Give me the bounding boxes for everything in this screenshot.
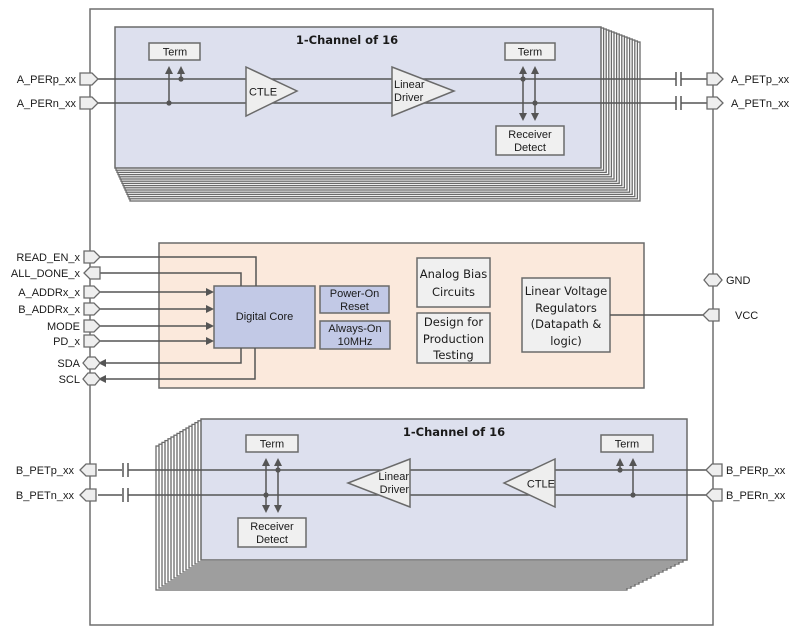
pin-label-b-petp: B_PETp_xx <box>16 465 75 477</box>
analog-bias-block <box>416 257 491 308</box>
junction-dot <box>532 100 538 106</box>
dft-label-1: Design for <box>424 315 483 329</box>
pin-b-petp <box>79 463 97 477</box>
pin-label-a-petp: A_PETp_xx <box>731 74 790 86</box>
bottom-linear-driver-label-2: Driver <box>380 484 410 496</box>
pin-a-petn <box>706 96 724 110</box>
power-on-reset-label-2: Reset <box>340 301 369 313</box>
always-on-label-2: 10MHz <box>338 336 373 348</box>
pin-label: PD_x <box>53 336 80 348</box>
pin-label-a-perp: A_PERp_xx <box>17 74 77 86</box>
pin-label-b-perp: B_PERp_xx <box>726 465 786 477</box>
ldo-label-1: Linear Voltage <box>525 284 608 298</box>
bottom-receiver-detect-label-1: Receiver <box>250 521 294 533</box>
power-on-reset-label-1: Power-On <box>330 288 380 300</box>
top-term-left-label: Term <box>163 47 187 59</box>
top-ctle-label: CTLE <box>249 87 277 99</box>
digital-core-label: Digital Core <box>236 311 293 323</box>
pin-label-b-petn: B_PETn_xx <box>16 490 75 502</box>
pin-label: A_ADDRx_x <box>18 287 80 299</box>
top-channel-title: 1-Channel of 16 <box>296 33 398 47</box>
pin-label-a-pern: A_PERn_xx <box>17 98 77 110</box>
pin-label: READ_EN_x <box>16 252 80 264</box>
pin-b-petn <box>79 488 97 502</box>
block-diagram: 1-Channel of 16 Term CTLE Linear Driver … <box>11 8 790 626</box>
bottom-term-left-label: Term <box>260 439 284 451</box>
analog-bias-label-1: Analog Bias <box>420 267 488 281</box>
bottom-channel-title: 1-Channel of 16 <box>403 425 505 439</box>
junction-dot <box>263 492 269 498</box>
junction-dot <box>617 467 623 473</box>
junction-dot <box>520 76 526 82</box>
junction-dot <box>166 100 172 106</box>
dft-label-3: Testing <box>432 348 473 362</box>
bottom-term-right-label: Term <box>615 439 639 451</box>
top-term-right-label: Term <box>518 47 542 59</box>
pin-label: SDA <box>57 358 80 370</box>
pin-label-vcc: VCC <box>735 310 758 322</box>
bottom-linear-driver-label-1: Linear <box>378 471 409 483</box>
ldo-label-2: Regulators <box>535 301 597 315</box>
pin-label: SCL <box>59 374 80 386</box>
pin-label: B_ADDRx_x <box>18 304 80 316</box>
top-receiver-detect-label-2: Detect <box>514 142 546 154</box>
pin-label: ALL_DONE_x <box>11 268 81 280</box>
pin-label-b-pern: B_PERn_xx <box>726 490 786 502</box>
pin-gnd <box>703 273 723 287</box>
ldo-label-4: logic) <box>550 334 582 348</box>
bottom-ctle-label: CTLE <box>527 479 555 491</box>
pin-label-a-petn: A_PETn_xx <box>731 98 790 110</box>
top-linear-driver-label-1: Linear <box>394 79 425 91</box>
always-on-label-1: Always-On <box>328 323 381 335</box>
pin-label: MODE <box>47 321 80 333</box>
pin-a-petp <box>706 72 724 86</box>
junction-dot <box>630 492 636 498</box>
top-receiver-detect-label-1: Receiver <box>508 129 552 141</box>
top-linear-driver-label-2: Driver <box>394 92 424 104</box>
dft-label-2: Production <box>423 332 484 346</box>
pin-all-done-x <box>83 266 101 280</box>
junction-dot <box>178 76 184 82</box>
analog-bias-label-2: Circuits <box>432 285 475 299</box>
pin-label-gnd: GND <box>726 275 751 287</box>
junction-dot <box>275 467 281 473</box>
ldo-label-3: (Datapath & <box>531 317 602 331</box>
bottom-receiver-detect-label-2: Detect <box>256 534 288 546</box>
